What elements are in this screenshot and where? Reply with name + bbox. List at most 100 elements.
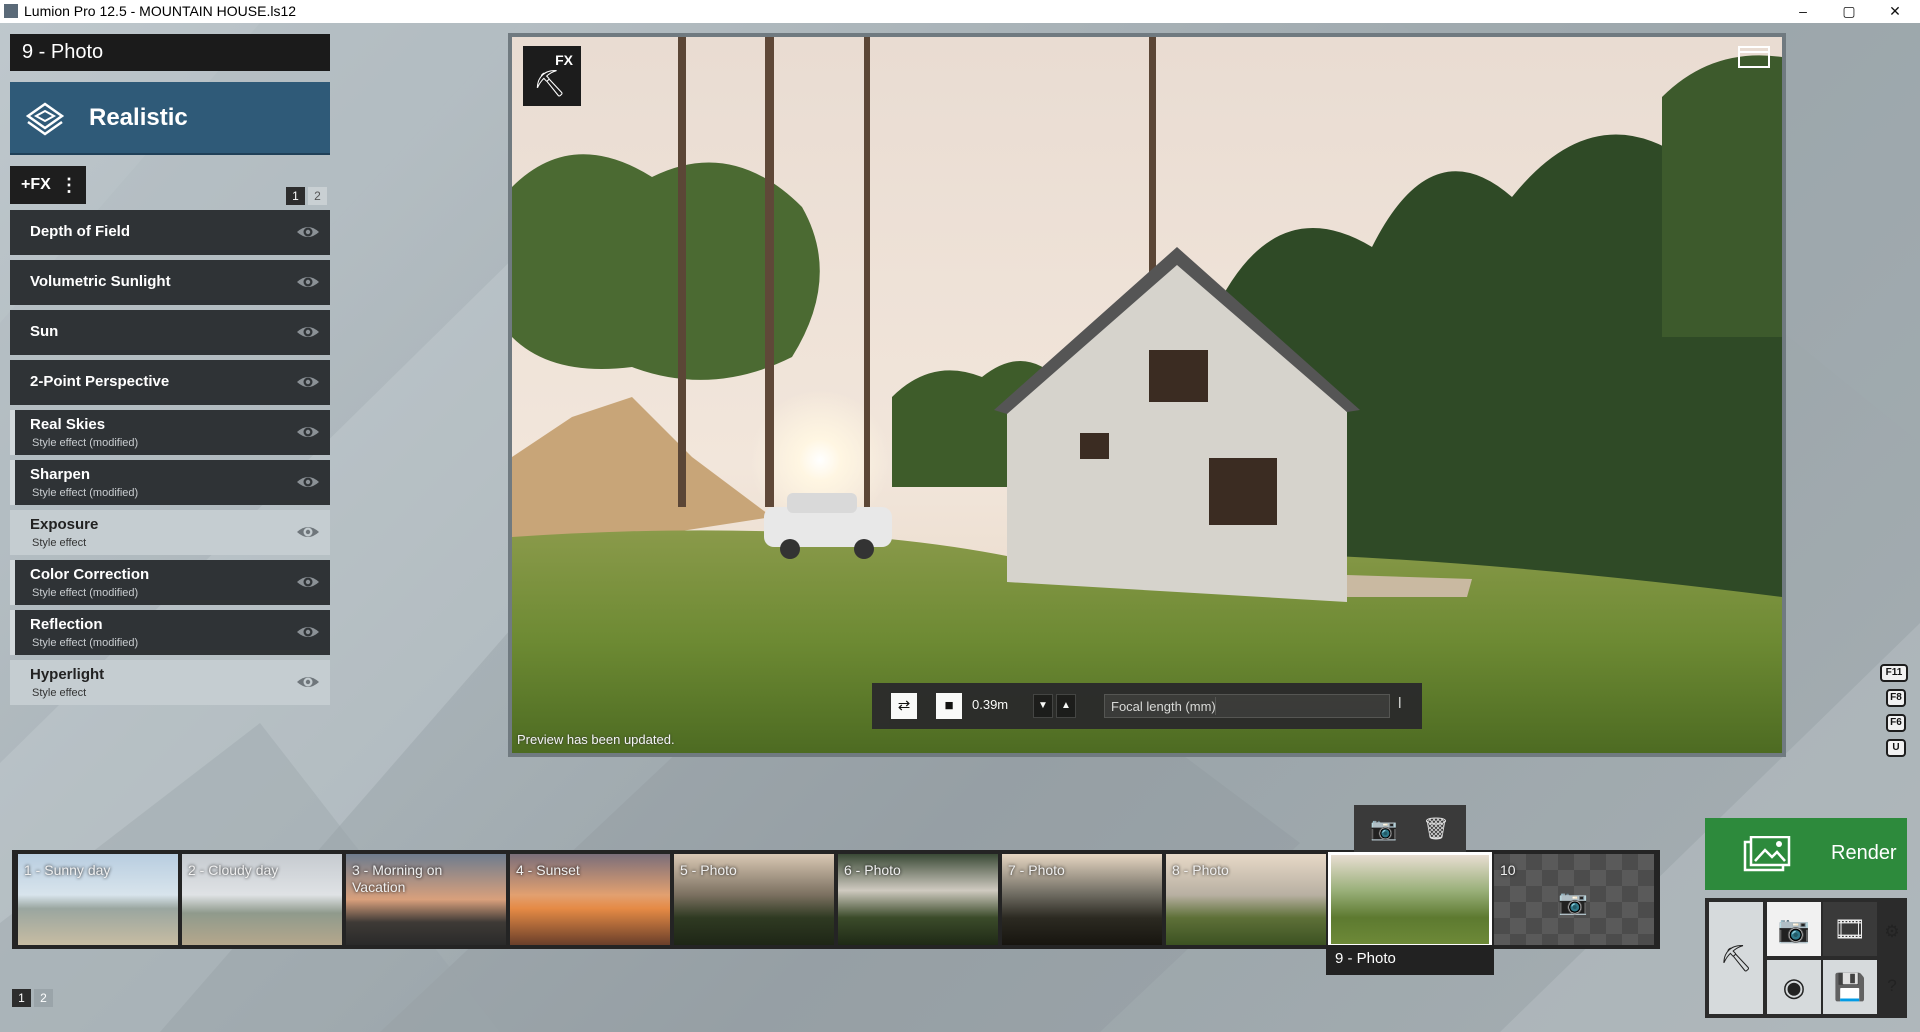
photo-viewport[interactable]: FX ⛏ Preview has been updated. ⇄ ■ 0.39m… [508, 33, 1786, 757]
effect-sharpen[interactable]: Sharpen Style effect (modified) [10, 460, 330, 505]
help-icon[interactable]: ? [1882, 976, 1902, 996]
height-down-button[interactable]: ▼ [1033, 694, 1053, 718]
build-mode-button[interactable]: ⛏ [1709, 902, 1763, 1014]
effects-list: Depth of Field Volumetric Sunlight Sun 2… [10, 210, 330, 710]
effect-name: Reflection [30, 616, 103, 633]
fullscreen-icon[interactable] [1738, 46, 1770, 68]
effects-page-1[interactable]: 1 [286, 187, 305, 205]
effect-name: Color Correction [30, 566, 150, 583]
effects-page-2[interactable]: 2 [308, 187, 327, 205]
effect-exposure[interactable]: Exposure Style effect [10, 510, 330, 555]
app-icon [4, 4, 18, 18]
effect-volumetric-sunlight[interactable]: Volumetric Sunlight [10, 260, 330, 305]
effect-real-skies[interactable]: Real Skies Style effect (modified) [10, 410, 330, 455]
photo-thumb-2[interactable]: 2 - Cloudy day [182, 854, 342, 945]
image-icon [1743, 836, 1791, 872]
photo-thumb-9-selected[interactable] [1328, 852, 1492, 947]
key-f11[interactable]: F11 [1880, 664, 1908, 682]
camera-controls-bar: ⇄ ■ 0.39m ▼ ▲ Focal length (mm) I [872, 683, 1422, 729]
photo-thumb-label: 7 - Photo [1008, 862, 1065, 878]
photo-thumb-3[interactable]: 3 - Morning on Vacation [346, 854, 506, 945]
effect-hyperlight[interactable]: Hyperlight Style effect [10, 660, 330, 705]
focal-length-slider[interactable]: Focal length (mm) [1104, 694, 1390, 718]
eye-icon[interactable] [296, 672, 320, 692]
key-f8[interactable]: F8 [1886, 689, 1906, 707]
effect-subtitle: Style effect [32, 687, 87, 699]
save-button[interactable]: 💾 [1823, 960, 1877, 1014]
eye-icon[interactable] [296, 272, 320, 292]
render-button[interactable]: Render [1705, 818, 1907, 890]
photo-thumb-10-empty[interactable]: 10 📷 [1494, 854, 1654, 945]
photo-thumb-label: 2 - Cloudy day [188, 862, 279, 878]
gear-icon[interactable]: ⚙ [1882, 922, 1902, 942]
camera-swap-icon[interactable]: ⇄ [891, 693, 917, 719]
eye-icon[interactable] [296, 422, 320, 442]
effect-subtitle: Style effect (modified) [32, 587, 139, 599]
preview-status: Preview has been updated. [517, 732, 675, 747]
photo-title[interactable]: 9 - Photo [10, 34, 330, 71]
photo-thumb-6[interactable]: 6 - Photo [838, 854, 998, 945]
add-fx-button[interactable]: +FX ⋮ [10, 166, 86, 204]
walk-mode-icon: ⛏ [533, 68, 567, 98]
film-icon: 🎞 [1833, 914, 1867, 944]
close-button[interactable]: ✕ [1872, 0, 1918, 23]
movie-mode-button[interactable]: 🎞 [1823, 902, 1877, 956]
effects-pager: 12 [286, 187, 330, 205]
eye-icon[interactable] [296, 522, 320, 542]
render-label: Render [1831, 842, 1897, 864]
photo-thumb-5[interactable]: 5 - Photo [674, 854, 834, 945]
effect-depth-of-field[interactable]: Depth of Field [10, 210, 330, 255]
window-titlebar: Lumion Pro 12.5 - MOUNTAIN HOUSE.ls12 – … [0, 0, 1920, 23]
photo-thumb-label: 10 [1500, 862, 1516, 878]
maximize-button[interactable]: ▢ [1826, 0, 1872, 23]
eye-icon[interactable] [296, 372, 320, 392]
photo-slot-tools: 📷 🗑 [1354, 805, 1466, 852]
minimize-button[interactable]: – [1780, 0, 1826, 23]
photo-thumb-label: 3 - Morning on Vacation [352, 862, 443, 895]
key-u[interactable]: U [1886, 739, 1906, 757]
photo-thumb-4[interactable]: 4 - Sunset [510, 854, 670, 945]
focal-length-label: Focal length (mm) [1111, 699, 1216, 714]
viewport-fx-button[interactable]: FX ⛏ [523, 46, 581, 106]
key-f6[interactable]: F6 [1886, 714, 1906, 732]
photo-thumb-8[interactable]: 8 - Photo [1166, 854, 1326, 945]
shortcut-keys: F11 F8 F6 U [1880, 664, 1910, 764]
effect-subtitle: Style effect (modified) [32, 487, 139, 499]
photo-thumb-7[interactable]: 7 - Photo [1002, 854, 1162, 945]
photo-thumb-label: 4 - Sunset [516, 862, 580, 878]
walker-icon: ⛏ [1719, 943, 1753, 973]
photo-strip-pager: 12 [12, 989, 56, 1007]
effect-name: Exposure [30, 516, 99, 533]
eye-icon[interactable] [296, 472, 320, 492]
photo-thumb-label: 8 - Photo [1172, 862, 1229, 878]
photo-thumb-1[interactable]: 1 - Sunny day [18, 854, 178, 945]
effect-color-correction[interactable]: Color Correction Style effect (modified) [10, 560, 330, 605]
trash-icon[interactable]: 🗑 [1420, 813, 1452, 845]
effect-reflection[interactable]: Reflection Style effect (modified) [10, 610, 330, 655]
photo-thumb-label: 1 - Sunny day [24, 862, 111, 878]
fx-badge: FX [555, 52, 573, 68]
panorama-mode-button[interactable]: ◉ [1767, 960, 1821, 1014]
camera-icon[interactable]: 📷 [1368, 813, 1400, 845]
eye-icon[interactable] [296, 572, 320, 592]
photo-page-2[interactable]: 2 [34, 989, 53, 1007]
style-preset-button[interactable]: Realistic [10, 82, 330, 155]
eye-icon[interactable] [296, 222, 320, 242]
effect-2-point-perspective[interactable]: 2-Point Perspective [10, 360, 330, 405]
height-up-button[interactable]: ▲ [1056, 694, 1076, 718]
camera-height-icon[interactable]: ■ [936, 693, 962, 719]
effect-name: 2-Point Perspective [30, 373, 170, 390]
text-cursor-icon: I [1397, 695, 1402, 712]
effect-name: Sun [30, 323, 59, 340]
mode-panel: ⛏ 📷 🎞 ◉ 💾 [1705, 898, 1907, 1018]
eye-icon[interactable] [296, 322, 320, 342]
eye-icon[interactable] [296, 622, 320, 642]
photo-thumb-label: 6 - Photo [844, 862, 901, 878]
effect-subtitle: Style effect (modified) [32, 437, 139, 449]
photo-page-1[interactable]: 1 [12, 989, 31, 1007]
effect-sun[interactable]: Sun [10, 310, 330, 355]
panorama-icon: ◉ [1782, 972, 1806, 1002]
focal-length-track[interactable] [1215, 697, 1390, 715]
photo-mode-button[interactable]: 📷 [1767, 902, 1821, 956]
fx-menu-icon[interactable]: ⋮ [60, 166, 78, 204]
